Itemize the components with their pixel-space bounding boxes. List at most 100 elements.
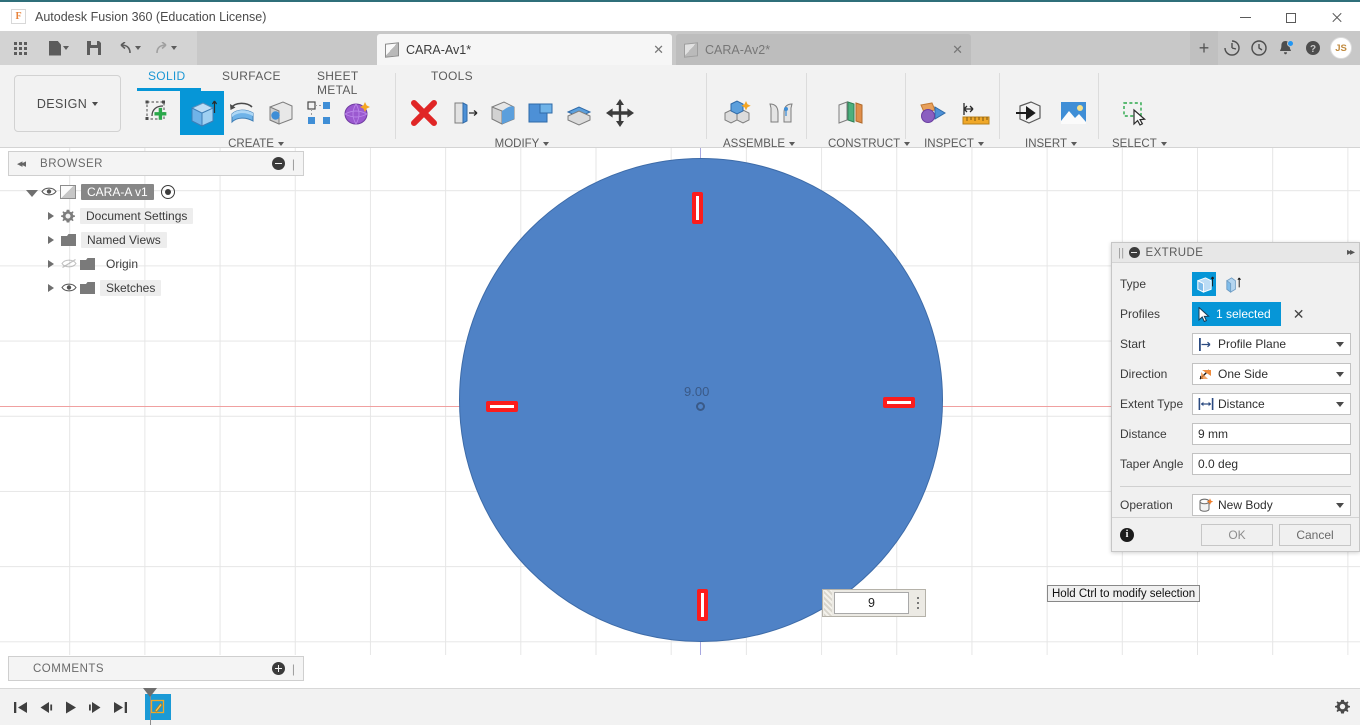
tab-cara-av1[interactable]: CARA-Av1* ✕: [377, 34, 672, 65]
visibility-eye-off-icon[interactable]: [61, 258, 77, 270]
visibility-eye-icon[interactable]: [61, 282, 77, 294]
new-component-icon[interactable]: [715, 91, 759, 135]
extrude-handle-right[interactable]: [883, 397, 915, 408]
timeline-settings-icon[interactable]: [1335, 699, 1350, 717]
step-forward-icon[interactable]: [83, 694, 108, 720]
combine-icon[interactable]: [522, 91, 560, 135]
visibility-eye-icon[interactable]: [41, 186, 57, 198]
close-button[interactable]: [1314, 2, 1360, 33]
extrude-handle-bottom[interactable]: [697, 589, 708, 621]
tree-item-sketches[interactable]: Sketches: [8, 276, 304, 300]
active-component-radio[interactable]: [160, 185, 175, 199]
offset-plane-icon[interactable]: [828, 91, 872, 135]
expand-triangle-icon[interactable]: [46, 259, 57, 270]
maximize-button[interactable]: [1268, 2, 1314, 33]
panel-resize-grip[interactable]: |: [292, 157, 295, 171]
revolve-icon[interactable]: [224, 91, 262, 135]
shell-icon[interactable]: [484, 91, 522, 135]
inline-distance-editor[interactable]: 9: [822, 589, 926, 617]
tree-item-origin[interactable]: Origin: [8, 252, 304, 276]
direction-dropdown[interactable]: One Side: [1192, 363, 1351, 385]
ok-button[interactable]: OK: [1201, 523, 1273, 546]
collapse-panel-icon[interactable]: ◂◂: [17, 157, 26, 170]
workspace-selector[interactable]: DESIGN: [14, 75, 121, 132]
extrude-dialog[interactable]: || EXTRUDE ▸▸ Type Profiles 1 selected ✕…: [1111, 242, 1360, 552]
user-avatar[interactable]: JS: [1330, 37, 1352, 59]
dialog-drag-grip[interactable]: ||: [1118, 247, 1125, 259]
distance-input[interactable]: 9 mm: [1192, 423, 1351, 445]
sweep-icon[interactable]: [262, 91, 300, 135]
app-grid-icon[interactable]: [6, 34, 34, 62]
expand-triangle-icon[interactable]: [26, 187, 38, 198]
timeline-feature-sketch[interactable]: [145, 694, 171, 720]
tree-item-document-settings[interactable]: Document Settings: [8, 204, 304, 228]
ribbon-tab-solid[interactable]: SOLID: [148, 69, 186, 87]
select-icon[interactable]: [1112, 91, 1156, 135]
extent-type-dropdown[interactable]: Distance: [1192, 393, 1351, 415]
extrude-handle-left[interactable]: [486, 401, 518, 412]
extrude-dialog-header[interactable]: || EXTRUDE ▸▸: [1112, 243, 1359, 263]
add-comment-icon[interactable]: [271, 662, 285, 675]
expand-dialog-icon[interactable]: ▸▸: [1347, 247, 1355, 258]
minimize-dialog-icon[interactable]: [1128, 247, 1140, 258]
create-sketch-icon[interactable]: [136, 91, 180, 135]
chevron-down-icon[interactable]: [1336, 371, 1344, 377]
minimize-button[interactable]: [1222, 2, 1268, 33]
ribbon-tab-tools[interactable]: TOOLS: [431, 69, 473, 87]
expand-triangle-icon[interactable]: [46, 235, 57, 246]
inline-distance-input[interactable]: 9: [834, 592, 909, 614]
move-copy-icon[interactable]: [598, 91, 642, 135]
insert-canvas-icon[interactable]: [1051, 91, 1095, 135]
panel-resize-grip[interactable]: |: [292, 662, 295, 676]
pattern-icon[interactable]: [300, 91, 338, 135]
undo-icon[interactable]: [112, 34, 146, 62]
job-status-icon[interactable]: [1218, 31, 1245, 65]
press-pull-icon[interactable]: [402, 91, 446, 135]
inline-options-icon[interactable]: [911, 597, 925, 609]
extrude-icon[interactable]: [180, 91, 224, 135]
play-icon[interactable]: [58, 694, 83, 720]
tab-close-icon[interactable]: ✕: [635, 42, 664, 58]
step-back-icon[interactable]: [33, 694, 58, 720]
operation-dropdown[interactable]: New Body: [1192, 494, 1351, 516]
tab-close-icon[interactable]: ✕: [934, 42, 963, 58]
offset-face-icon[interactable]: [560, 91, 598, 135]
chevron-down-icon[interactable]: [1336, 401, 1344, 407]
extrude-thin-icon[interactable]: [1221, 272, 1245, 296]
expand-triangle-icon[interactable]: [46, 211, 57, 222]
ribbon-tab-surface[interactable]: SURFACE: [222, 69, 281, 87]
extrude-profile-icon[interactable]: [1192, 272, 1216, 296]
form-icon[interactable]: [338, 91, 376, 135]
fillet-icon[interactable]: [446, 91, 484, 135]
cancel-button[interactable]: Cancel: [1279, 523, 1351, 546]
minimize-browser-icon[interactable]: [271, 157, 285, 170]
measure-icon[interactable]: [910, 91, 954, 135]
extrude-dimension-label[interactable]: 9.00: [684, 384, 709, 399]
clear-selection-icon[interactable]: ✕: [1293, 306, 1305, 323]
save-icon[interactable]: [80, 34, 108, 62]
tree-item-cara-a-v1[interactable]: CARA-A v1: [8, 180, 304, 204]
section-analysis-icon[interactable]: [954, 91, 998, 135]
new-tab-button[interactable]: +: [1190, 31, 1218, 65]
ribbon-tab-sheet-metal[interactable]: SHEET METAL: [317, 69, 358, 97]
profiles-selection-chip[interactable]: 1 selected: [1192, 302, 1281, 326]
go-to-beginning-icon[interactable]: [8, 694, 33, 720]
notifications-icon[interactable]: [1272, 31, 1299, 65]
info-icon[interactable]: i: [1120, 527, 1134, 542]
start-dropdown[interactable]: Profile Plane: [1192, 333, 1351, 355]
extruded-profile-body[interactable]: [459, 158, 943, 642]
redo-icon[interactable]: [148, 34, 182, 62]
new-document-icon[interactable]: [42, 34, 76, 62]
taper-angle-input[interactable]: 0.0 deg: [1192, 453, 1351, 475]
timeline-marker[interactable]: [143, 688, 157, 725]
tab-cara-av2[interactable]: CARA-Av2* ✕: [676, 34, 971, 65]
insert-derive-icon[interactable]: [1007, 91, 1051, 135]
go-to-end-icon[interactable]: [108, 694, 133, 720]
tree-item-named-views[interactable]: Named Views: [8, 228, 304, 252]
expand-triangle-icon[interactable]: [46, 283, 57, 294]
help-icon[interactable]: ?: [1299, 31, 1326, 65]
chevron-down-icon[interactable]: [1336, 502, 1344, 508]
joint-icon[interactable]: [759, 91, 803, 135]
drag-grip-icon[interactable]: [824, 590, 832, 616]
extrude-handle-top[interactable]: [692, 192, 703, 224]
